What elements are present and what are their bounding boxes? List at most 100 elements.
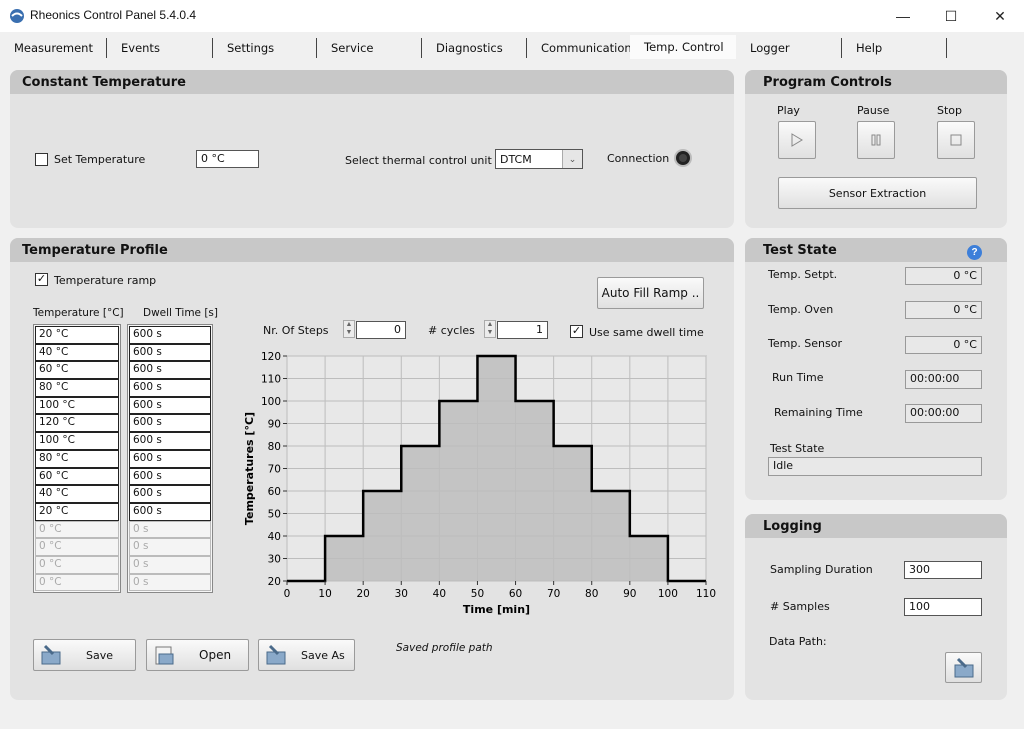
tab-measurement[interactable]: Measurement — [0, 38, 107, 58]
y-tick-label: 20 — [268, 576, 281, 588]
temperature-cell[interactable]: 120 °C — [35, 414, 119, 433]
set-temperature-checkbox[interactable] — [35, 153, 48, 166]
tab-temp-control[interactable]: Temp. Control — [630, 35, 736, 59]
save-as-button[interactable]: Save As — [258, 639, 355, 671]
save-button[interactable]: Save — [33, 639, 136, 671]
dwell-time-cell[interactable]: 600 s — [129, 502, 211, 521]
pause-label: Pause — [857, 104, 890, 117]
auto-fill-ramp-button[interactable]: Auto Fill Ramp .. — [597, 277, 704, 309]
dwell-time-cell[interactable]: 600 s — [129, 432, 211, 450]
temperature-cell[interactable]: 40 °C — [35, 343, 119, 362]
temperature-cell[interactable]: 0 °C — [35, 520, 119, 539]
minimize-button[interactable]: — — [880, 0, 926, 32]
remaining-time-value: 00:00:00 — [905, 404, 982, 423]
sensor-extraction-button[interactable]: Sensor Extraction — [778, 177, 977, 209]
play-icon — [791, 133, 803, 147]
dwell-time-cell[interactable]: 0 s — [129, 520, 211, 539]
temperature-cell[interactable]: 80 °C — [35, 379, 119, 397]
tab-events[interactable]: Events — [107, 38, 213, 58]
data-path-label: Data Path: — [769, 635, 827, 648]
data-path-browse-button[interactable] — [945, 652, 982, 683]
chevron-down-icon[interactable]: ⌄ — [562, 150, 582, 168]
y-tick-label: 30 — [268, 554, 281, 566]
dwell-time-cell[interactable]: 600 s — [129, 485, 211, 503]
dwell-time-cell[interactable]: 600 s — [129, 326, 211, 344]
dwell-time-cell[interactable]: 0 s — [129, 555, 211, 574]
dwell-time-cell[interactable]: 600 s — [129, 467, 211, 486]
y-tick-label: 120 — [261, 351, 281, 363]
stop-icon — [950, 134, 962, 146]
play-button[interactable] — [778, 121, 816, 159]
stop-label: Stop — [937, 104, 963, 117]
samples-input[interactable]: 100 — [904, 598, 982, 616]
tab-communication[interactable]: Communication — [527, 38, 632, 58]
temperature-cell[interactable]: 100 °C — [35, 396, 119, 415]
cycles-spinner-icon[interactable]: ▲ ▼ — [484, 320, 496, 338]
temperature-cell[interactable]: 20 °C — [35, 502, 119, 521]
same-dwell-checkbox[interactable]: ✓ — [570, 325, 583, 338]
y-tick-label: 110 — [261, 374, 281, 386]
x-tick-label: 70 — [547, 588, 560, 600]
y-tick-label: 70 — [268, 464, 281, 476]
sampling-duration-input[interactable]: 300 — [904, 561, 982, 579]
stop-button[interactable] — [937, 121, 975, 159]
temperature-ramp-checkbox[interactable]: ✓ — [35, 273, 48, 286]
temperature-cell[interactable]: 60 °C — [35, 361, 119, 380]
temperature-cell[interactable]: 80 °C — [35, 449, 119, 468]
open-button[interactable]: Open — [146, 639, 249, 671]
dwell-time-cell[interactable]: 600 s — [129, 449, 211, 468]
check-icon: ✓ — [571, 325, 582, 337]
temperature-cell[interactable]: 100 °C — [35, 432, 119, 450]
save-as-label: Save As — [301, 648, 345, 662]
dwell-time-cell[interactable]: 600 s — [129, 343, 211, 362]
dwell-time-cell[interactable]: 0 s — [129, 573, 211, 592]
help-icon[interactable]: ? — [967, 245, 982, 260]
app-logo-icon — [10, 9, 24, 23]
save-icon — [954, 657, 973, 677]
run-time-label: Run Time — [772, 371, 824, 384]
temperature-cell[interactable]: 20 °C — [35, 326, 119, 344]
x-tick-label: 50 — [471, 588, 484, 600]
steps-input[interactable]: 0 — [356, 321, 406, 339]
temperature-profile-chart: 0 10 20 30 40 50 60 70 80 90 100 110 20 30 40 50 60 70 80 9… — [243, 351, 716, 616]
dwell-time-cell[interactable]: 600 s — [129, 414, 211, 433]
save-icon — [41, 644, 61, 665]
temperature-cell[interactable]: 0 °C — [35, 555, 119, 574]
play-label: Play — [777, 104, 800, 117]
dwell-time-cell[interactable]: 600 s — [129, 361, 211, 380]
temperature-list[interactable]: 20 °C 40 °C 60 °C 80 °C 100 °C 120 °C 100 °C 80… — [33, 324, 121, 593]
dwell-time-cell[interactable]: 0 s — [129, 538, 211, 556]
x-tick-label: 80 — [585, 588, 598, 600]
maximize-button[interactable]: ☐ — [928, 0, 974, 32]
temperature-cell[interactable]: 0 °C — [35, 538, 119, 556]
tab-logger[interactable]: Logger — [736, 38, 842, 58]
tab-service[interactable]: Service — [317, 38, 422, 58]
y-tick-label: 90 — [268, 419, 281, 431]
temperature-cell[interactable]: 0 °C — [35, 573, 119, 592]
steps-label: Nr. Of Steps — [263, 324, 329, 337]
open-file-icon — [155, 646, 174, 665]
logging-title: Logging — [745, 514, 1007, 538]
close-button[interactable]: ✕ — [977, 0, 1023, 32]
open-label: Open — [199, 648, 232, 662]
temperature-cell[interactable]: 40 °C — [35, 485, 119, 503]
pause-button[interactable] — [857, 121, 895, 159]
dwell-time-list[interactable]: 600 s 600 s 600 s 600 s 600 s 600 s 600 s 600 s… — [127, 324, 213, 593]
dwell-time-cell[interactable]: 600 s — [129, 379, 211, 397]
steps-spinner-icon[interactable]: ▲ ▼ — [343, 320, 355, 338]
tab-settings[interactable]: Settings — [213, 38, 317, 58]
cycles-input[interactable]: 1 — [497, 321, 548, 339]
tab-diagnostics[interactable]: Diagnostics — [422, 38, 527, 58]
title-bar: Rheonics Control Panel 5.4.0.4 — ☐ ✕ — [0, 0, 1024, 32]
x-tick-label: 10 — [318, 588, 331, 600]
y-tick-label: 80 — [268, 441, 281, 453]
tab-help[interactable]: Help — [842, 38, 947, 58]
dwell-time-cell[interactable]: 600 s — [129, 396, 211, 415]
set-temperature-input[interactable]: 0 °C — [196, 150, 259, 168]
connection-indicator-icon — [674, 149, 692, 167]
setpt-value: 0 °C — [905, 267, 982, 285]
x-tick-label: 60 — [509, 588, 522, 600]
y-tick-label: 60 — [268, 486, 281, 498]
temperature-ramp-label: Temperature ramp — [54, 274, 157, 287]
temperature-cell[interactable]: 60 °C — [35, 467, 119, 486]
